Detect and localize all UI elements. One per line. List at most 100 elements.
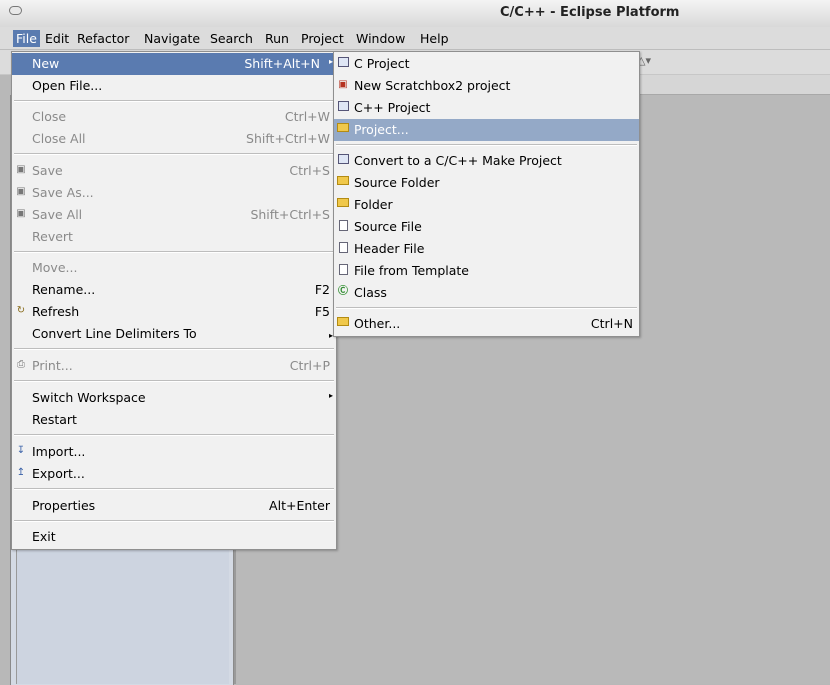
menu-item-label: Export... [32, 466, 85, 481]
menu-window[interactable]: Window [356, 31, 405, 46]
menu-item-label: New Scratchbox2 project [354, 78, 511, 93]
menu-item-export[interactable]: ↥ Export... [12, 463, 336, 485]
menu-run[interactable]: Run [265, 31, 289, 46]
menu-item-accel: Shift+Ctrl+W [246, 131, 330, 146]
menu-item-save[interactable]: ▣ Save Ctrl+S [12, 160, 336, 182]
source-file-icon [337, 220, 349, 232]
menu-item-label: Rename... [32, 282, 96, 297]
submenu-item-scratchbox2-project[interactable]: ▣ New Scratchbox2 project [334, 75, 639, 97]
menu-refactor[interactable]: Refactor [77, 31, 129, 46]
menu-item-label: Project... [354, 122, 409, 137]
submenu-item-convert-make-project[interactable]: Convert to a C/C++ Make Project [334, 150, 639, 172]
save-all-icon: ▣ [16, 208, 26, 219]
menu-navigate[interactable]: Navigate [144, 31, 200, 46]
menu-separator [14, 100, 334, 102]
menu-item-label: Refresh [32, 304, 80, 319]
menu-item-new[interactable]: New Shift+Alt+N ▸ [12, 53, 336, 75]
submenu-item-c-project[interactable]: C Project [334, 53, 639, 75]
menu-item-accel: Alt+Enter [269, 498, 330, 513]
submenu-item-file-from-template[interactable]: File from Template [334, 260, 639, 282]
menu-item-accel: Shift+Alt+N [244, 56, 320, 71]
menu-separator [336, 144, 637, 146]
menu-item-label: File from Template [354, 263, 469, 278]
menu-item-close[interactable]: Close Ctrl+W [12, 106, 336, 128]
menu-item-revert[interactable]: Revert [12, 226, 336, 248]
menu-bar: File Edit Refactor Navigate Search Run P… [0, 27, 830, 50]
menu-item-accel: Ctrl+P [289, 358, 330, 373]
menu-item-save-as[interactable]: ▣ Save As... [12, 182, 336, 204]
file-template-icon [337, 264, 349, 276]
menu-item-label: Revert [32, 229, 73, 244]
menu-item-refresh[interactable]: ↻ Refresh F5 [12, 301, 336, 323]
submenu-item-project[interactable]: Project... [334, 119, 639, 141]
menu-item-accel: Ctrl+N [590, 316, 633, 331]
menu-item-label: Class [354, 285, 387, 300]
menu-item-label: New [32, 56, 60, 71]
menu-item-label: Source Folder [354, 175, 440, 190]
menu-item-label: Open File... [32, 78, 103, 93]
menu-separator [14, 488, 334, 490]
submenu-item-source-folder[interactable]: Source Folder [334, 172, 639, 194]
menu-item-label: Move... [32, 260, 78, 275]
submenu-item-folder[interactable]: Folder [334, 194, 639, 216]
menu-separator [14, 348, 334, 350]
import-icon: ↧ [16, 445, 26, 456]
new-submenu: C Project ▣ New Scratchbox2 project C++ … [333, 51, 640, 337]
menu-item-convert-line-delimiters[interactable]: Convert Line Delimiters To ▸ [12, 323, 336, 345]
menu-item-accel: Ctrl+S [289, 163, 330, 178]
window-menu-button[interactable] [9, 6, 22, 15]
file-menu: New Shift+Alt+N ▸ Open File... Close Ctr… [11, 51, 337, 550]
window-title: C/C++ - Eclipse Platform [500, 5, 680, 20]
menu-separator [336, 307, 637, 309]
header-file-icon [337, 242, 349, 254]
submenu-item-class[interactable]: Ⓒ Class [334, 282, 639, 304]
menu-item-label: Save [32, 163, 63, 178]
menu-item-label: Save As... [32, 185, 94, 200]
outline-pane [16, 540, 229, 684]
menu-item-print[interactable]: ⎙ Print... Ctrl+P [12, 355, 336, 377]
menu-item-label: Header File [354, 241, 425, 256]
save-as-icon: ▣ [16, 186, 26, 197]
menu-item-properties[interactable]: Properties Alt+Enter [12, 495, 336, 517]
menu-help[interactable]: Help [420, 31, 449, 46]
menu-project[interactable]: Project [301, 31, 344, 46]
menu-item-import[interactable]: ↧ Import... [12, 441, 336, 463]
menu-item-label: Restart [32, 412, 77, 427]
submenu-item-cpp-project[interactable]: C++ Project [334, 97, 639, 119]
export-icon: ↥ [16, 467, 26, 478]
menu-item-open-file[interactable]: Open File... [12, 75, 336, 97]
convert-project-icon [337, 154, 349, 166]
menu-item-label: Print... [32, 358, 73, 373]
submenu-item-header-file[interactable]: Header File [334, 238, 639, 260]
scratchbox-icon: ▣ [338, 79, 348, 90]
menu-item-label: Close [32, 109, 67, 124]
submenu-item-source-file[interactable]: Source File [334, 216, 639, 238]
menu-item-label: Properties [32, 498, 96, 513]
menu-item-label: Other... [354, 316, 401, 331]
menu-item-accel: F2 [314, 282, 330, 297]
menu-separator [14, 380, 334, 382]
menu-item-label: C Project [354, 56, 410, 71]
menu-search[interactable]: Search [210, 31, 253, 46]
menu-item-switch-workspace[interactable]: Switch Workspace ▸ [12, 387, 336, 409]
submenu-item-other[interactable]: Other... Ctrl+N [334, 313, 639, 335]
menu-file[interactable]: File [13, 30, 40, 47]
cpp-project-icon [337, 101, 349, 113]
menu-item-save-all[interactable]: ▣ Save All Shift+Ctrl+S [12, 204, 336, 226]
menu-item-label: Import... [32, 444, 86, 459]
menu-item-move[interactable]: Move... [12, 257, 336, 279]
save-icon: ▣ [16, 164, 26, 175]
menu-item-restart[interactable]: Restart [12, 409, 336, 431]
menu-item-accel: Ctrl+W [284, 109, 330, 124]
menu-item-label: C++ Project [354, 100, 431, 115]
menu-item-accel: Shift+Ctrl+S [250, 207, 330, 222]
menu-item-close-all[interactable]: Close All Shift+Ctrl+W [12, 128, 336, 150]
menu-edit[interactable]: Edit [45, 31, 69, 46]
menu-item-exit[interactable]: Exit [12, 526, 336, 548]
menu-separator [14, 251, 334, 253]
menu-separator [14, 434, 334, 436]
title-bar: C/C++ - Eclipse Platform [0, 0, 830, 28]
menu-item-label: Convert Line Delimiters To [32, 326, 197, 341]
menu-item-rename[interactable]: Rename... F2 [12, 279, 336, 301]
menu-item-label: Save All [32, 207, 83, 222]
